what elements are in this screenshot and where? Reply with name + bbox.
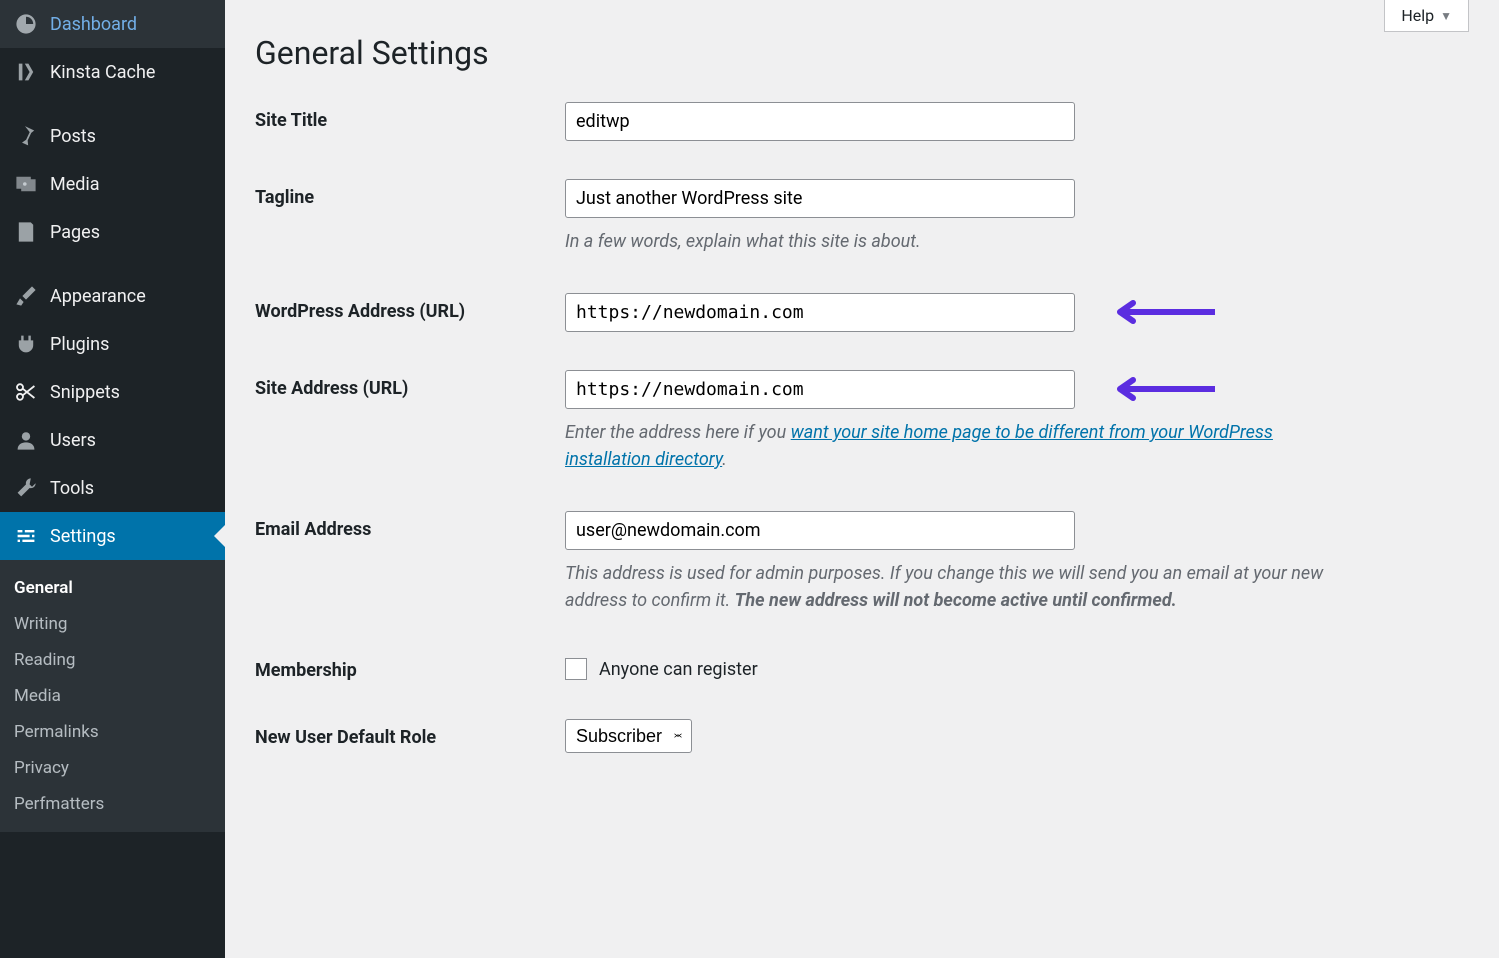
settings-form: Site Title Tagline In a few words, expla…: [255, 102, 1469, 753]
help-tab[interactable]: Help ▼: [1384, 0, 1469, 32]
sidebar-item-label: Pages: [50, 222, 100, 243]
sidebar-item-plugins[interactable]: Plugins: [0, 320, 225, 368]
sidebar-item-dashboard[interactable]: Dashboard: [0, 0, 225, 48]
submenu-item-permalinks[interactable]: Permalinks: [0, 714, 225, 750]
main-content: Help ▼ General Settings Site Title Tagli…: [225, 0, 1499, 958]
submenu-item-writing[interactable]: Writing: [0, 606, 225, 642]
sidebar-item-label: Dashboard: [50, 14, 137, 35]
user-icon: [14, 428, 38, 452]
tagline-description: In a few words, explain what this site i…: [565, 228, 1345, 255]
sidebar-item-settings[interactable]: Settings: [0, 512, 225, 560]
help-label: Help: [1401, 6, 1434, 25]
brush-icon: [14, 284, 38, 308]
sidebar-item-kinsta-cache[interactable]: Kinsta Cache: [0, 48, 225, 96]
sidebar-item-tools[interactable]: Tools: [0, 464, 225, 512]
scissors-icon: [14, 380, 38, 404]
kinsta-icon: [14, 60, 38, 84]
site-address-row: Site Address (URL) Enter the address her…: [255, 370, 1469, 473]
wp-address-label: WordPress Address (URL): [255, 293, 565, 322]
tagline-label: Tagline: [255, 179, 565, 208]
arrow-annotation-icon: [1105, 374, 1215, 408]
dashboard-icon: [14, 12, 38, 36]
site-address-input[interactable]: [565, 370, 1075, 409]
wp-address-row: WordPress Address (URL): [255, 293, 1469, 332]
default-role-row: New User Default Role Subscriber: [255, 719, 1469, 753]
sidebar-item-pages[interactable]: Pages: [0, 208, 225, 256]
membership-checkbox-label: Anyone can register: [599, 659, 758, 680]
sidebar-item-label: Snippets: [50, 382, 120, 403]
membership-label: Membership: [255, 652, 565, 681]
sidebar-item-label: Posts: [50, 126, 96, 147]
site-address-description: Enter the address here if you want your …: [565, 419, 1345, 473]
wrench-icon: [14, 476, 38, 500]
wp-address-input[interactable]: [565, 293, 1075, 332]
submenu-item-privacy[interactable]: Privacy: [0, 750, 225, 786]
caret-down-icon: ▼: [1440, 9, 1452, 23]
email-label: Email Address: [255, 511, 565, 540]
pin-icon: [14, 124, 38, 148]
pages-icon: [14, 220, 38, 244]
sidebar-item-label: Media: [50, 174, 100, 195]
site-address-label: Site Address (URL): [255, 370, 565, 399]
submenu-item-reading[interactable]: Reading: [0, 642, 225, 678]
tagline-row: Tagline In a few words, explain what thi…: [255, 179, 1469, 255]
sidebar-item-snippets[interactable]: Snippets: [0, 368, 225, 416]
site-title-row: Site Title: [255, 102, 1469, 141]
sidebar-item-label: Appearance: [50, 286, 146, 307]
sidebar-item-label: Settings: [50, 526, 116, 547]
sidebar-item-label: Kinsta Cache: [50, 62, 155, 83]
site-title-label: Site Title: [255, 102, 565, 131]
settings-submenu: GeneralWritingReadingMediaPermalinksPriv…: [0, 560, 225, 832]
submenu-item-media[interactable]: Media: [0, 678, 225, 714]
sidebar-item-appearance[interactable]: Appearance: [0, 272, 225, 320]
media-icon: [14, 172, 38, 196]
membership-checkbox[interactable]: [565, 658, 587, 680]
tagline-input[interactable]: [565, 179, 1075, 218]
submenu-item-general[interactable]: General: [0, 570, 225, 606]
sidebar-item-media[interactable]: Media: [0, 160, 225, 208]
arrow-annotation-icon: [1105, 297, 1215, 331]
sidebar-item-label: Users: [50, 430, 96, 451]
page-title: General Settings: [255, 34, 1469, 72]
email-input[interactable]: [565, 511, 1075, 550]
default-role-label: New User Default Role: [255, 719, 565, 748]
default-role-select[interactable]: Subscriber: [565, 719, 692, 753]
sidebar-item-users[interactable]: Users: [0, 416, 225, 464]
sliders-icon: [14, 524, 38, 548]
email-description: This address is used for admin purposes.…: [565, 560, 1345, 614]
site-title-input[interactable]: [565, 102, 1075, 141]
submenu-item-perfmatters[interactable]: Perfmatters: [0, 786, 225, 822]
membership-row: Membership Anyone can register: [255, 652, 1469, 681]
sidebar-item-label: Plugins: [50, 334, 109, 355]
email-row: Email Address This address is used for a…: [255, 511, 1469, 614]
plugin-icon: [14, 332, 38, 356]
sidebar-item-label: Tools: [50, 478, 94, 499]
admin-sidebar: Dashboard Kinsta Cache Posts Media Pages Appe…: [0, 0, 225, 958]
sidebar-item-posts[interactable]: Posts: [0, 112, 225, 160]
